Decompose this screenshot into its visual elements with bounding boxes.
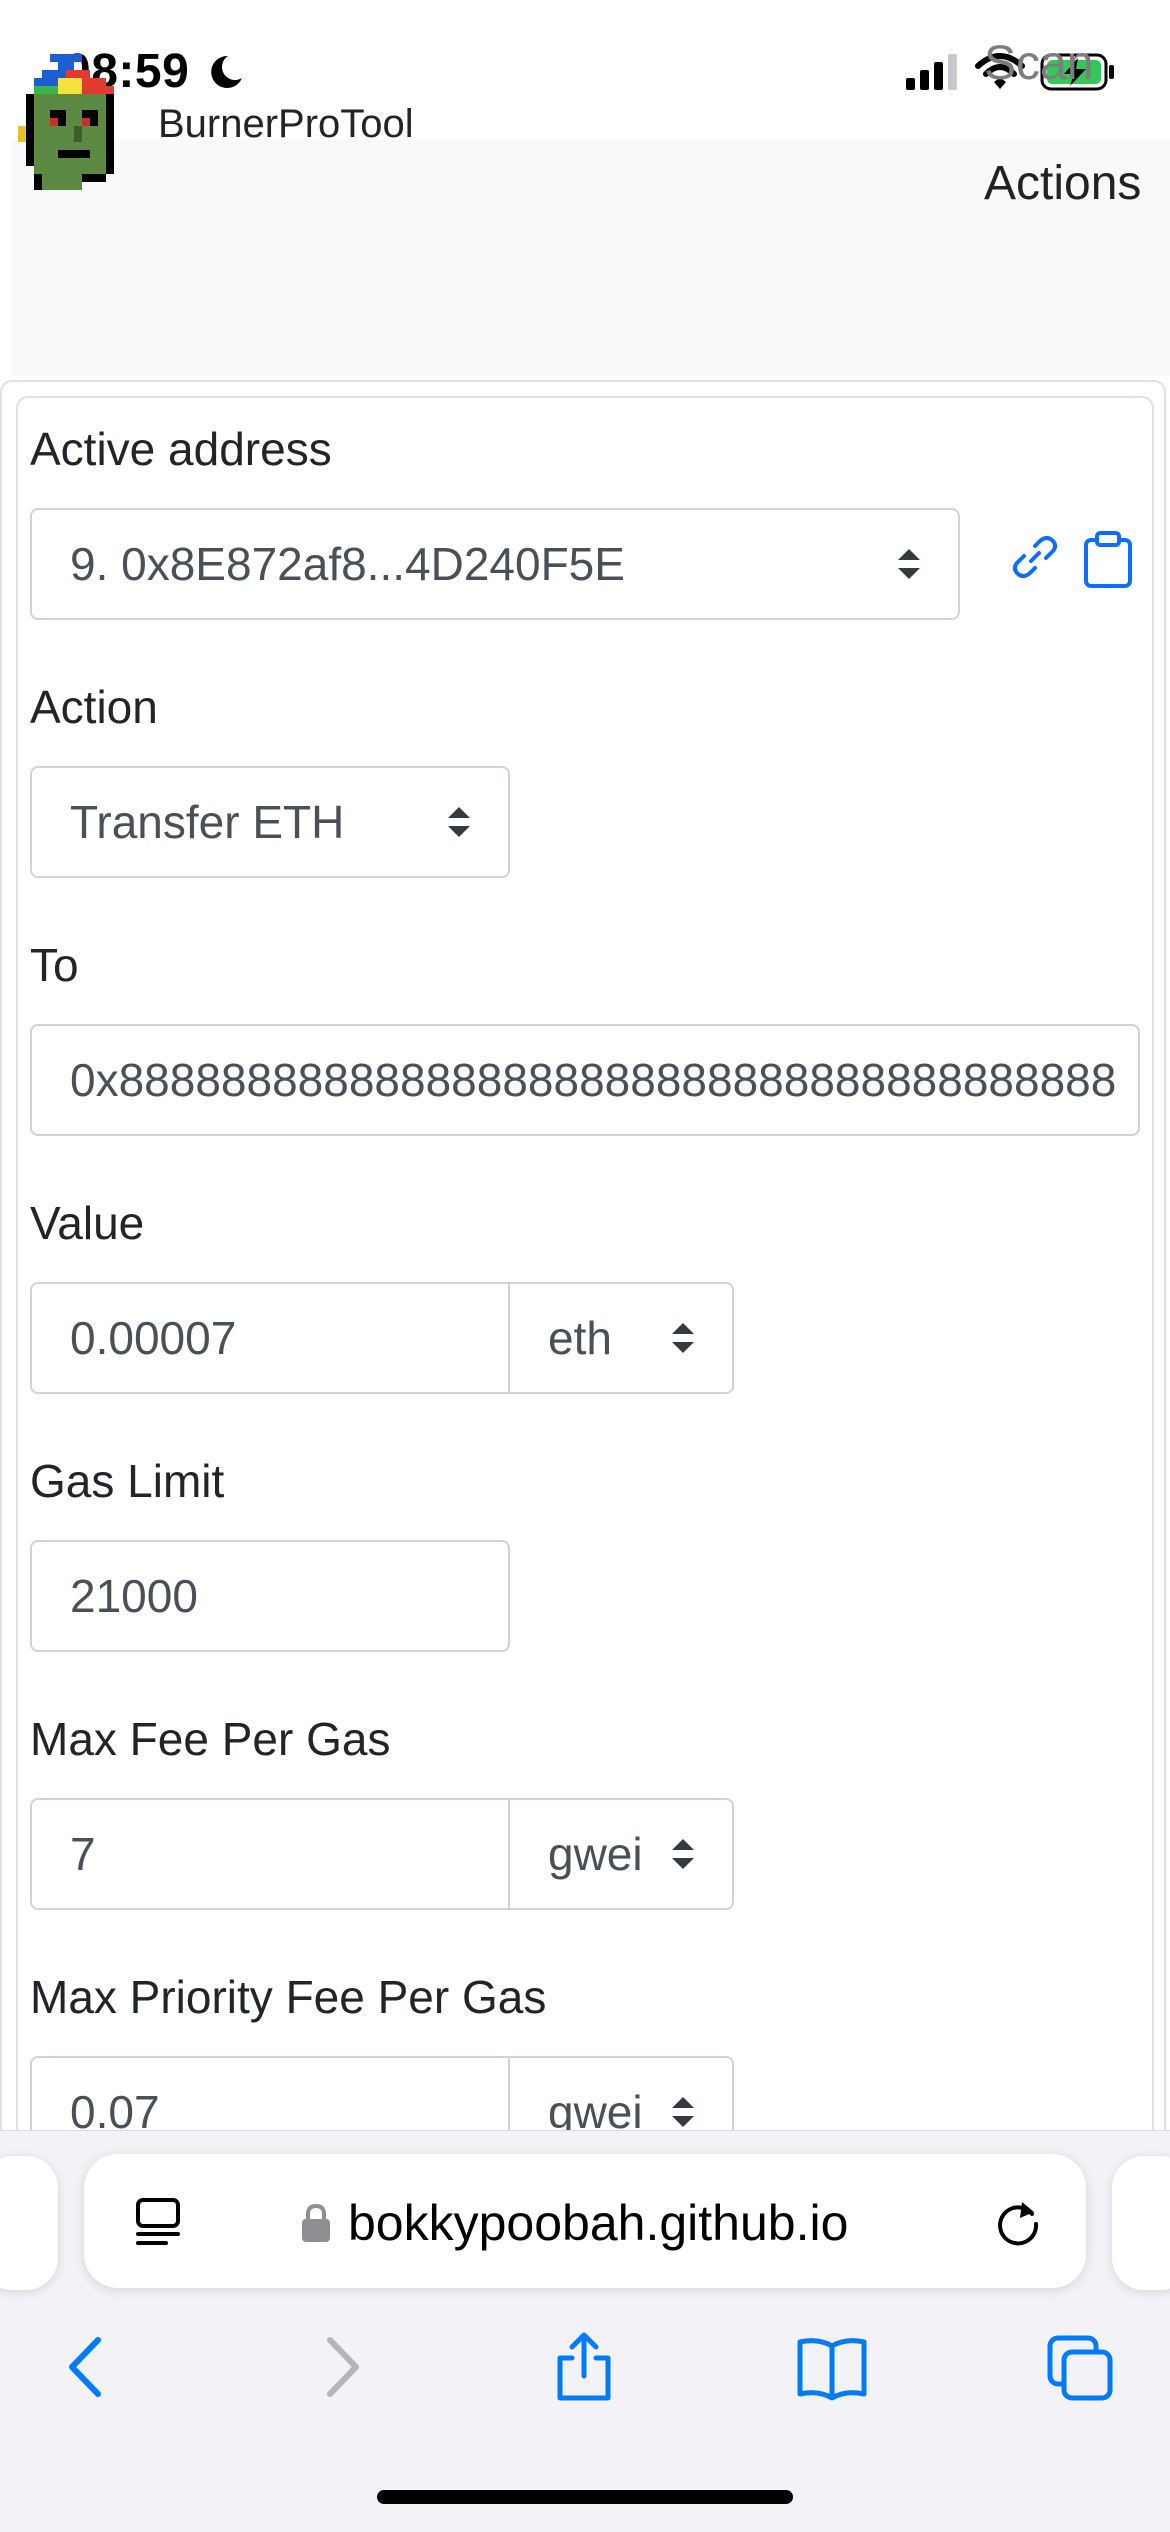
home-indicator[interactable]	[377, 2490, 793, 2504]
page-menu-icon[interactable]	[132, 2196, 184, 2248]
action-value: Transfer ETH	[70, 796, 345, 848]
forward-icon[interactable]	[304, 2332, 376, 2402]
gas-limit-label: Gas Limit	[30, 1455, 225, 1507]
gas-limit-value: 21000	[70, 1570, 198, 1622]
moon-icon	[211, 55, 242, 88]
nav-scan-link[interactable]: Scan	[984, 36, 1093, 91]
reload-icon[interactable]	[992, 2196, 1044, 2248]
max-fee-input[interactable]: 7	[30, 1798, 512, 1910]
value-label: Value	[30, 1197, 145, 1249]
select-updown-icon	[672, 1323, 694, 1353]
active-address-select[interactable]: 9. 0x8E872af8...4D240F5E	[30, 508, 960, 620]
to-label: To	[30, 939, 79, 991]
to-address-input[interactable]: 0x88888888888888888888888888888888888888…	[30, 1024, 1140, 1136]
tabs-icon[interactable]	[1044, 2332, 1116, 2402]
value-unit-select[interactable]: eth	[508, 1282, 734, 1394]
bookmarks-icon[interactable]	[796, 2332, 868, 2402]
lock-icon	[302, 2203, 330, 2242]
previous-tab-peek[interactable]	[0, 2156, 58, 2290]
value-amount: 0.00007	[70, 1312, 237, 1364]
select-updown-icon	[672, 1839, 694, 1869]
max-fee-label: Max Fee Per Gas	[30, 1713, 391, 1765]
gas-limit-input[interactable]: 21000	[30, 1540, 510, 1652]
nav-actions-link[interactable]: Actions	[984, 156, 1141, 211]
share-icon[interactable]	[548, 2332, 620, 2402]
active-address-label: Active address	[30, 423, 332, 475]
clipboard-icon[interactable]	[1082, 530, 1134, 590]
link-icon[interactable]	[1010, 532, 1060, 582]
select-updown-icon	[898, 549, 920, 579]
next-tab-peek[interactable]	[1112, 2156, 1170, 2290]
url-text[interactable]: bokkypoobah.github.io	[348, 2194, 848, 2252]
action-select[interactable]: Transfer ETH	[30, 766, 510, 878]
select-updown-icon	[672, 2097, 694, 2127]
value-amount-input[interactable]: 0.00007	[30, 1282, 512, 1394]
select-updown-icon	[448, 807, 470, 837]
back-icon[interactable]	[52, 2332, 124, 2402]
cellular-signal-icon	[906, 54, 957, 90]
to-address-value: 0x88888888888888888888888888888888888888…	[70, 1054, 1118, 1106]
pixel-punk-avatar-logo[interactable]	[18, 54, 130, 190]
action-label: Action	[30, 681, 158, 733]
max-fee-unit: gwei	[548, 1828, 643, 1880]
active-address-value: 9. 0x8E872af8...4D240F5E	[70, 538, 625, 590]
max-fee-unit-select[interactable]: gwei	[508, 1798, 734, 1910]
max-priority-fee-label: Max Priority Fee Per Gas	[30, 1971, 547, 2023]
value-unit: eth	[548, 1312, 612, 1364]
max-fee-amount: 7	[70, 1828, 96, 1880]
brand-name[interactable]: BurnerProTool	[158, 102, 414, 147]
